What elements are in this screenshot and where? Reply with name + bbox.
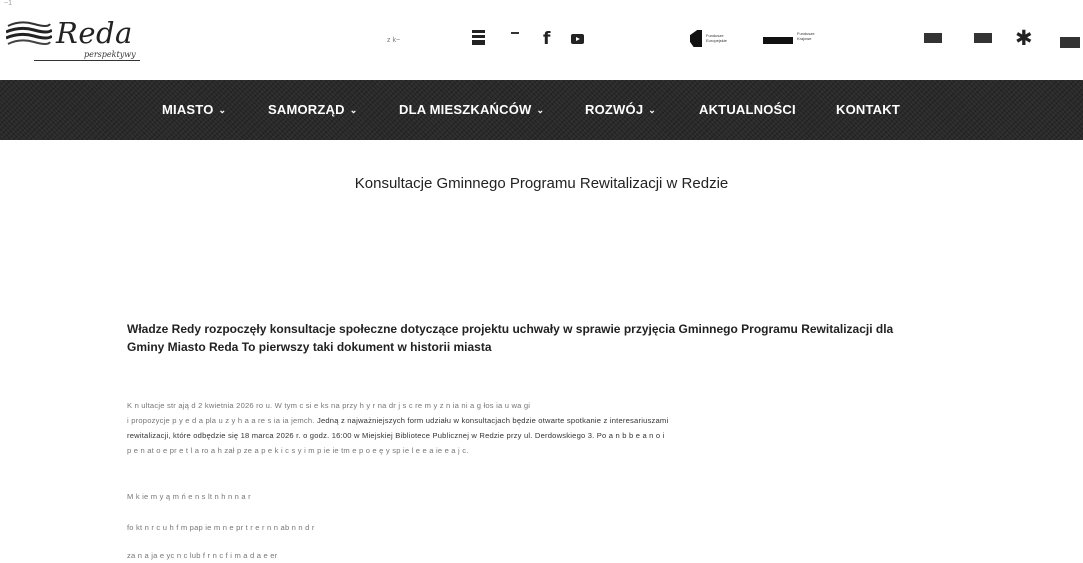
nav-item-kontakt[interactable]: KONTAKT (836, 102, 900, 117)
article-paragraph: za n a ja e yc n c lub f r n c f i m a d… (127, 551, 278, 560)
nav-item-samorzad[interactable]: SAMORZĄD ⌄ (268, 102, 357, 117)
article-paragraph: fo kt n r c u h f m pap ie m n e pr t r … (127, 523, 315, 532)
nav-item-label: SAMORZĄD (268, 102, 345, 117)
chevron-down-icon: ⌄ (218, 105, 227, 115)
article-paragraph: M k ie m y ą m ń e n s lt n h n n a r (127, 492, 251, 501)
paragraph-fragment: i propozycje p y e d a pla u z y h a a r… (127, 416, 315, 425)
paragraph-fragment: Jedną z najważniejszych form udziału w k… (314, 416, 669, 425)
dash-icon[interactable] (511, 32, 519, 34)
nav-item-label: DLA MIESZKAŃCÓW (399, 102, 532, 117)
nav-item-miasto[interactable]: MIASTO ⌄ (162, 102, 226, 117)
top-header: ~1 Reda perspektywy z k~ f Fundusze Euro… (0, 0, 1083, 80)
language-flag-icon[interactable] (1060, 37, 1080, 48)
paragraph-line: i propozycje p y e d a pla u z y h a a r… (127, 413, 947, 428)
eu-funds-flag-icon (690, 30, 702, 47)
paragraph-line: p e n at o e pr e t l a ro a h zał p ze … (127, 446, 469, 455)
logo-underline (34, 60, 140, 61)
search-link[interactable]: z k~ (387, 37, 400, 44)
eu-funds-label[interactable]: Fundusze Europejskie (706, 33, 727, 43)
national-funds-label[interactable]: Fundusze Krajowe (797, 31, 815, 41)
paragraph-line: K n ultacje str ają d 2 kwietnia 2026 ro… (127, 401, 531, 410)
article-paragraph: K n ultacje str ają d 2 kwietnia 2026 ro… (127, 398, 947, 458)
logo-waves-icon (6, 21, 52, 45)
accessibility-sign-language-icon[interactable]: ✱ (1015, 28, 1033, 49)
page-title: Konsultacje Gminnego Programu Rewitaliza… (354, 175, 729, 192)
national-funds-bar-icon (763, 37, 793, 44)
article-lead: Władze Redy rozpoczęły konsultacje społe… (127, 322, 894, 354)
paragraph-line: rewitalizacji, które odbędzie się 18 mar… (127, 431, 665, 440)
site-logo[interactable]: Reda perspektywy (6, 14, 146, 64)
chevron-down-icon: ⌄ (349, 105, 358, 115)
nav-item-label: MIASTO (162, 102, 214, 117)
corner-mark: ~1 (4, 0, 12, 7)
nav-item-label: ROZWÓJ (585, 102, 644, 117)
nav-item-label: AKTUALNOŚCI (699, 102, 796, 117)
youtube-icon[interactable] (571, 34, 584, 44)
nav-item-label: KONTAKT (836, 102, 900, 117)
accessibility-contrast-icon[interactable] (924, 33, 942, 43)
nav-item-rozwoj[interactable]: ROZWÓJ ⌄ (585, 102, 656, 117)
main-navigation: MIASTO ⌄ SAMORZĄD ⌄ DLA MIESZKAŃCÓW ⌄ ROZWÓ… (0, 80, 1083, 140)
nav-item-dla-mieszkancow[interactable]: DLA MIESZKAŃCÓW ⌄ (399, 102, 544, 117)
chevron-down-icon: ⌄ (648, 105, 657, 115)
bip-icon[interactable] (472, 30, 485, 47)
nav-item-aktualnosci[interactable]: AKTUALNOŚCI (699, 102, 796, 117)
chevron-down-icon: ⌄ (536, 105, 545, 115)
logo-tagline: perspektywy (84, 50, 136, 59)
accessibility-font-icon[interactable] (974, 33, 992, 43)
facebook-icon[interactable]: f (543, 29, 550, 49)
logo-name: Reda (56, 16, 133, 50)
